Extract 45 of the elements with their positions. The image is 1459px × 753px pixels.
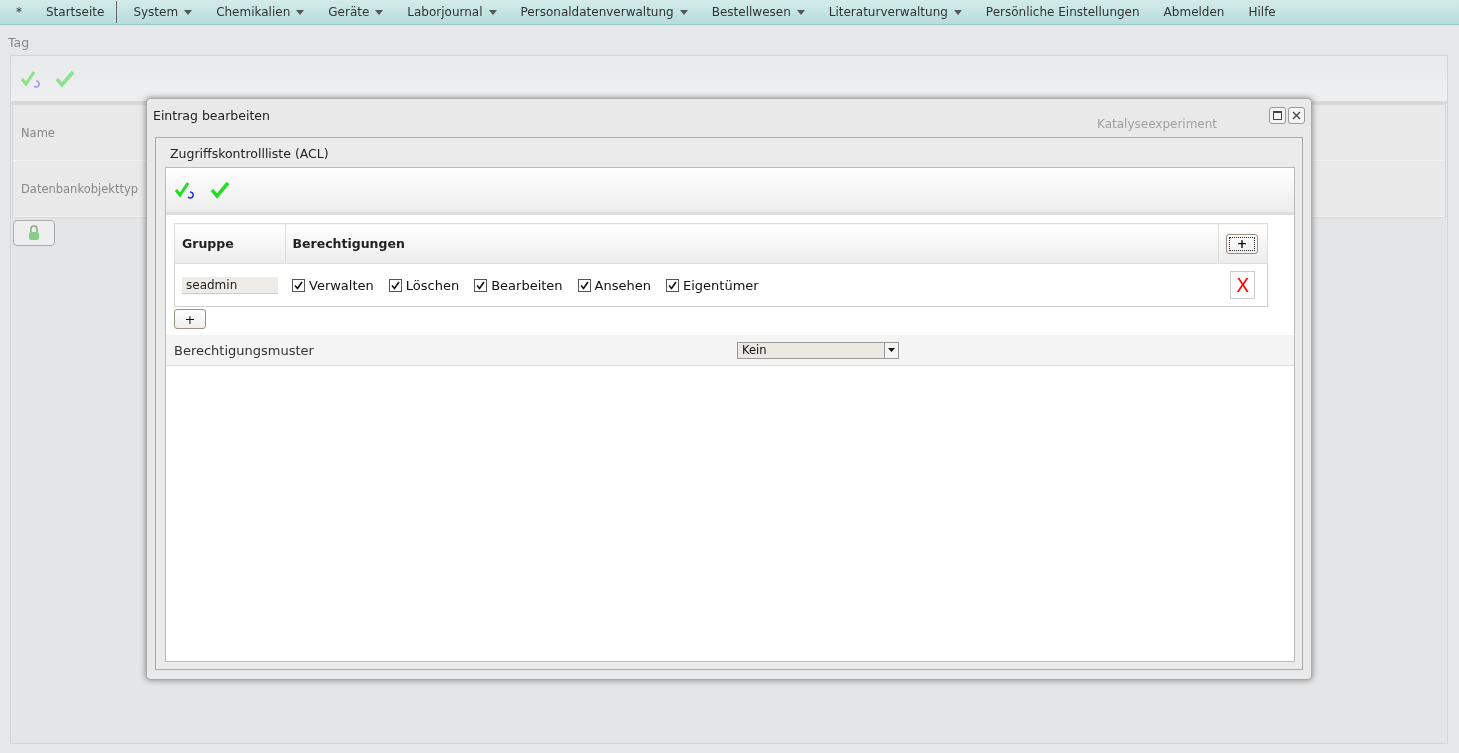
menu-item[interactable]: Persönliche Einstellungen	[973, 1, 1152, 23]
menu-item[interactable]: Personaldatenverwaltung	[508, 1, 700, 23]
check-icon[interactable]	[210, 180, 230, 200]
field-label: Berechtigungsmuster	[174, 342, 315, 358]
lock-icon	[28, 225, 40, 241]
column-header: Gruppe	[174, 223, 285, 264]
field-label: Name	[21, 125, 55, 140]
pattern-select[interactable]: Kein	[737, 341, 899, 359]
menu-item[interactable]: Bestellwesen	[699, 1, 817, 23]
page-title: Tag	[7, 34, 31, 52]
check-refresh-icon[interactable]	[175, 180, 197, 200]
dialog-title: Eintrag bearbeiten	[153, 107, 270, 123]
caret-icon	[888, 348, 895, 352]
maximize-button[interactable]	[1269, 106, 1286, 124]
menu-item[interactable]: *	[4, 1, 34, 23]
close-icon	[1292, 110, 1301, 120]
checkbox[interactable]	[388, 278, 402, 292]
checkbox[interactable]	[292, 278, 305, 292]
menu-item[interactable]: Abmelden	[1151, 1, 1237, 23]
close-button[interactable]	[1288, 106, 1305, 124]
checkbox-label: Löschen	[405, 277, 460, 293]
section-title: Zugriffskontrollliste (ACL)	[169, 145, 330, 163]
menu-item[interactable]: Startseite	[34, 1, 118, 23]
menu-item[interactable]: Chemikalien	[204, 1, 317, 23]
column-header: Berechtigungen	[285, 223, 1219, 264]
checkbox-label: Ansehen	[594, 277, 651, 293]
check-icon[interactable]	[55, 68, 75, 89]
menu-item[interactable]: Hilfe	[1236, 1, 1288, 23]
checkbox[interactable]	[666, 278, 679, 292]
add-button[interactable]: +	[1226, 233, 1258, 254]
checkbox[interactable]	[577, 278, 591, 292]
field-label: Datenbankobjekttyp	[21, 181, 139, 196]
checkbox-label: Eigentümer	[683, 277, 759, 293]
field-value: Katalyseexperiment	[1097, 117, 1218, 131]
maximize-icon	[1273, 110, 1282, 120]
menu-item[interactable]: System	[121, 1, 205, 23]
menu-item[interactable]: Laborjournal	[395, 1, 509, 23]
checkbox-label: Verwalten	[309, 277, 374, 293]
add-row-button[interactable]: +	[174, 309, 206, 329]
group-field[interactable]: seadmin	[182, 276, 278, 294]
menu-item[interactable]: Geräte	[316, 1, 396, 23]
checkbox-label: Bearbeiten	[491, 277, 563, 293]
menu-item[interactable]: Literaturverwaltung	[816, 1, 974, 23]
checkbox[interactable]	[474, 278, 488, 292]
delete-button[interactable]: X	[1230, 271, 1256, 299]
